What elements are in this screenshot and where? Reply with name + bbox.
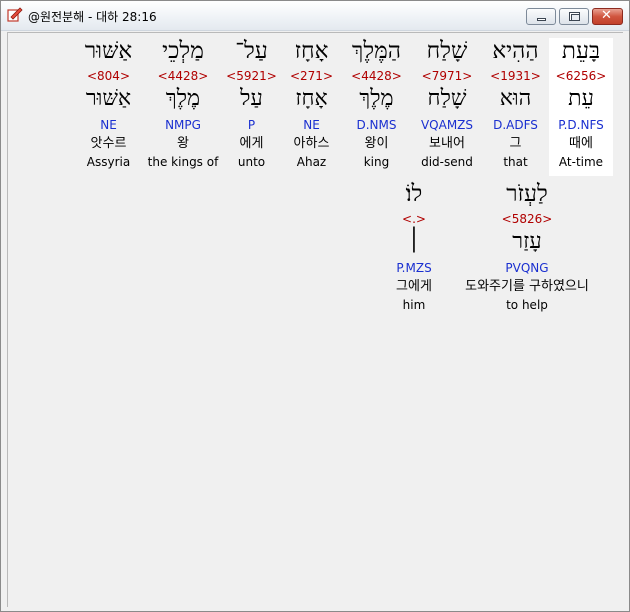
word-lemma: מֶלֶךְ bbox=[165, 86, 201, 111]
maximize-button[interactable] bbox=[559, 8, 589, 25]
word-column-3[interactable]: שָׁלַח <7971> שָׁלַח VQAMZS 보내어 did-send bbox=[410, 38, 484, 173]
word-hebrew: אָחָז bbox=[294, 38, 329, 64]
word-strong: <804> bbox=[86, 69, 130, 83]
word-morph: NE bbox=[303, 118, 320, 132]
word-column-10[interactable]: לוֹ׃ <.> ׀ P.MZS 그에게 him bbox=[383, 181, 445, 316]
word-english: the kings of bbox=[147, 155, 219, 169]
minimize-button[interactable] bbox=[526, 8, 556, 25]
word-english: Ahaz bbox=[296, 155, 327, 169]
close-icon: ✕ bbox=[601, 8, 612, 23]
word-lemma: עָזַר bbox=[512, 229, 542, 254]
word-korean: 도와주기를 구하였으니 bbox=[465, 279, 589, 294]
title-bar[interactable]: @원전분해 - 대하 28:16 ✕ bbox=[1, 1, 629, 31]
word-strong: <1931> bbox=[490, 69, 541, 83]
word-hebrew: עַל־ bbox=[235, 38, 268, 64]
word-english: unto bbox=[237, 155, 266, 169]
word-strong: <7971> bbox=[421, 69, 473, 83]
word-hebrew: הַמֶּלֶךְ bbox=[352, 38, 401, 64]
word-lemma: הוּא bbox=[499, 86, 532, 111]
word-hebrew: לַעְזֹר bbox=[506, 181, 548, 207]
maximize-icon bbox=[569, 12, 580, 21]
word-hebrew: לוֹ׃ bbox=[405, 181, 423, 207]
word-morph: P bbox=[247, 118, 256, 132]
word-lemma: עֵת bbox=[568, 86, 594, 111]
word-korean: 그 bbox=[509, 136, 522, 151]
word-strong: <271> bbox=[289, 69, 333, 83]
word-english: him bbox=[402, 298, 426, 312]
word-english: king bbox=[363, 155, 390, 169]
word-column-5[interactable]: אָחָז <271> אָחָז NE 아하스 Ahaz bbox=[280, 38, 343, 173]
word-hebrew: שָׁלַח bbox=[426, 38, 468, 64]
word-morph: D.NMS bbox=[356, 118, 397, 132]
word-english: that bbox=[503, 155, 528, 169]
word-hebrew: מַלְכֵי bbox=[162, 38, 204, 64]
word-strong: <5826> bbox=[501, 212, 553, 226]
word-korean: 때에 bbox=[569, 136, 593, 151]
app-icon bbox=[7, 7, 23, 22]
word-lemma: אָחָז bbox=[295, 86, 328, 111]
word-morph: NE bbox=[100, 118, 117, 132]
word-morph: VQAMZS bbox=[420, 118, 474, 132]
word-korean: 아하스 bbox=[293, 136, 330, 151]
word-strong: <4428> bbox=[351, 69, 402, 83]
word-korean: 앗수르 bbox=[90, 136, 127, 151]
minimize-icon bbox=[537, 18, 546, 21]
word-lemma: מֶלֶךְ bbox=[359, 86, 394, 111]
word-hebrew: אַשּׁוּר bbox=[84, 38, 133, 64]
word-morph: NMPG bbox=[165, 118, 201, 132]
word-korean: 에게 bbox=[239, 136, 264, 151]
word-morph: PVQNG bbox=[505, 261, 549, 275]
word-strong: <5921> bbox=[226, 69, 277, 83]
word-lemma: אַשּׁוּר bbox=[85, 86, 132, 111]
word-morph: P.MZS bbox=[396, 261, 432, 275]
word-english: to help bbox=[506, 298, 548, 312]
word-english: did-send bbox=[421, 155, 473, 169]
word-lemma: ׀ bbox=[407, 229, 421, 254]
word-korean: 그에게 bbox=[396, 279, 432, 294]
word-morph: P.D.NFS bbox=[558, 118, 604, 132]
word-korean: 왕 bbox=[177, 136, 189, 151]
word-hebrew: הַהִיא bbox=[492, 38, 539, 64]
word-column-4[interactable]: הַמֶּלֶךְ <4428> מֶלֶךְ D.NMS 왕이 king bbox=[343, 38, 410, 173]
word-strong: <.> bbox=[402, 212, 426, 226]
word-korean: 보내어 bbox=[429, 136, 465, 151]
word-strong: <6256> bbox=[555, 69, 607, 83]
word-english: Assyria bbox=[86, 155, 131, 169]
word-column-8[interactable]: אַשּׁוּר <804> אַשּׁוּר NE 앗수르 Assyria bbox=[74, 38, 143, 173]
word-hebrew: בָּעֵת bbox=[561, 38, 601, 64]
interlinear-panel: בָּעֵת <6256> עֵת P.D.NFS 때에 At-time הַהִיא <19… bbox=[7, 32, 623, 607]
word-korean: 왕이 bbox=[364, 136, 389, 151]
word-morph: D.ADFS bbox=[493, 118, 538, 132]
window-title: @원전분해 - 대하 28:16 bbox=[28, 10, 157, 24]
word-english: At-time bbox=[558, 155, 604, 169]
word-column-6[interactable]: עַל־ <5921> עַל P 에게 unto bbox=[223, 38, 280, 173]
word-strong: <4428> bbox=[157, 69, 209, 83]
word-lemma: עַל bbox=[240, 86, 263, 111]
close-button[interactable]: ✕ bbox=[592, 8, 623, 25]
word-column-9[interactable]: לַעְזֹר <5826> עָזַר PVQNG 도와주기를 구하였으니 to hel… bbox=[448, 181, 606, 316]
word-column-7[interactable]: מַלְכֵי <4428> מֶלֶךְ NMPG 왕 the kings of bbox=[143, 38, 223, 173]
word-column-1[interactable]: בָּעֵת <6256> עֵת P.D.NFS 때에 At-time bbox=[549, 38, 613, 176]
app-window: @원전분해 - 대하 28:16 ✕ בָּעֵת <6256> עֵת P.D.NF… bbox=[0, 0, 630, 612]
word-column-2[interactable]: הַהִיא <1931> הוּא D.ADFS 그 that bbox=[484, 38, 547, 173]
word-lemma: שָׁלַח bbox=[427, 86, 467, 111]
